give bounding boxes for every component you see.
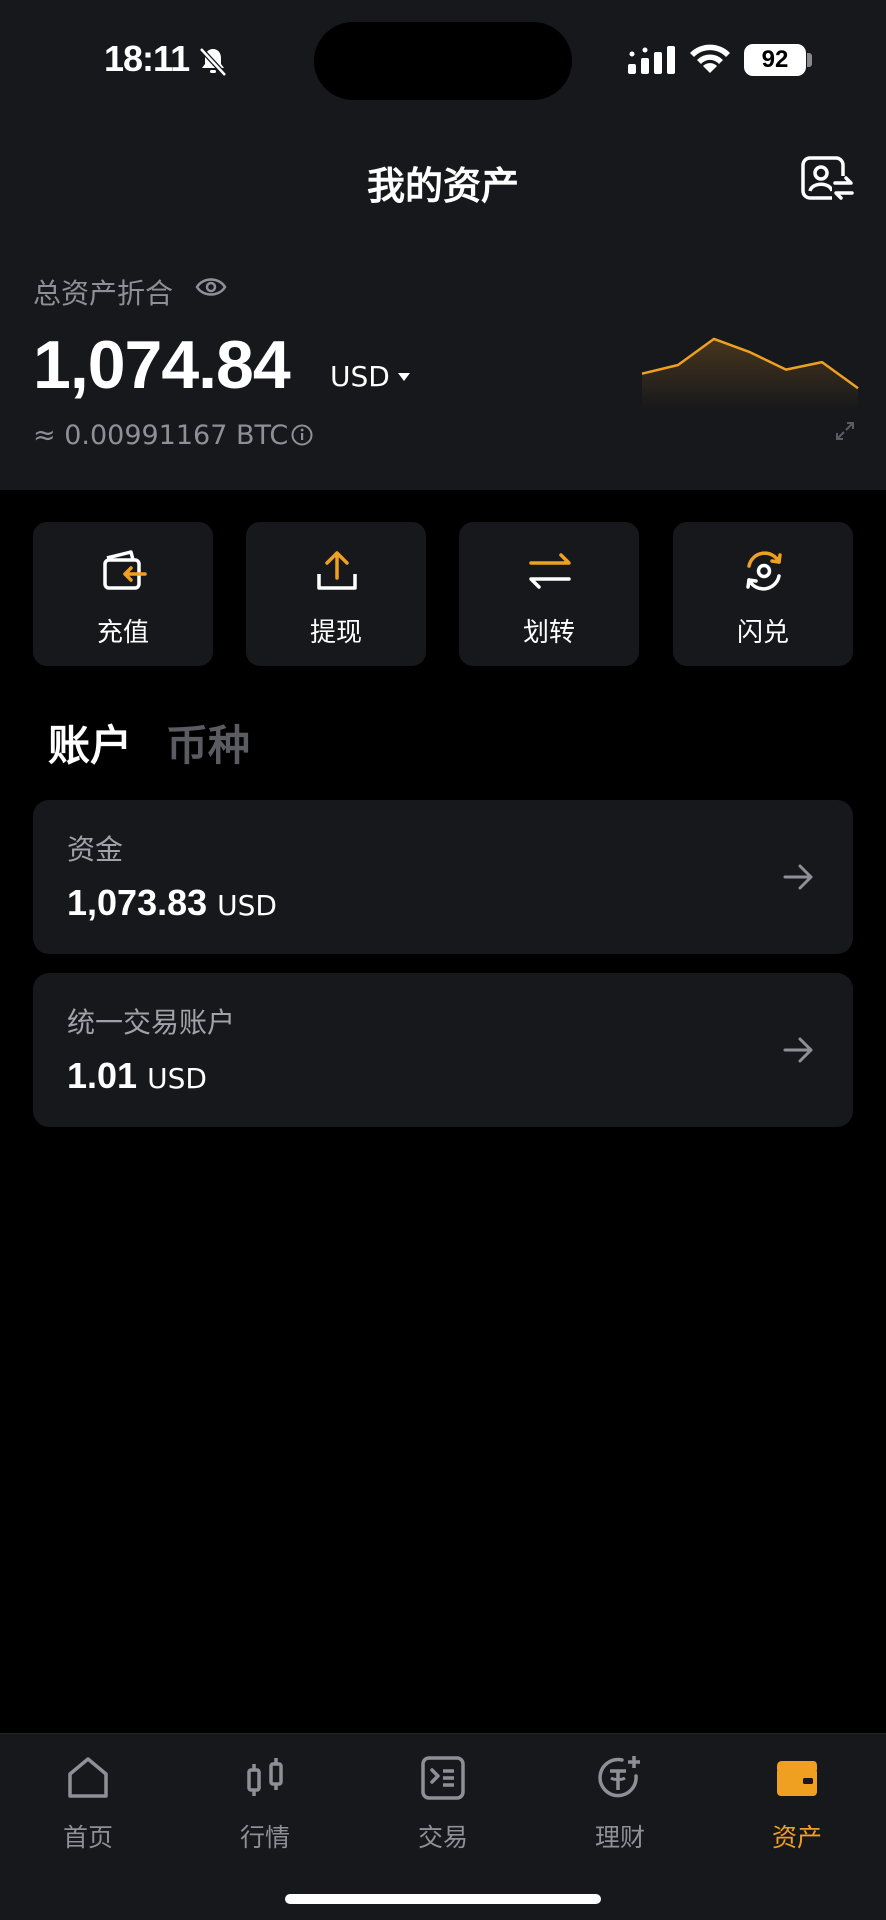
account-name: 统一交易账户	[67, 1006, 236, 1039]
wifi-icon	[690, 44, 730, 73]
expand-icon[interactable]	[834, 420, 856, 442]
page-title: 我的资产	[366, 164, 519, 208]
withdraw-button[interactable]: 提现	[246, 522, 426, 666]
eye-icon[interactable]	[195, 274, 227, 300]
transfer-button[interactable]: 划转	[459, 522, 639, 666]
arrow-right-icon	[783, 1037, 813, 1063]
convert-button[interactable]: 闪兑	[673, 522, 853, 666]
bottom-tab-bar: 首页 行情 交易 理财 资产	[0, 1733, 886, 1920]
earn-icon	[598, 1756, 640, 1798]
sparkline-area	[642, 338, 858, 410]
tab-earn-label: 理财	[594, 1823, 645, 1852]
battery-tip	[807, 53, 812, 67]
tab-home-label: 首页	[62, 1823, 113, 1852]
deposit-label: 充值	[96, 618, 149, 648]
arrow-right-icon	[783, 864, 813, 890]
asset-trend-sparkline[interactable]	[640, 320, 860, 410]
total-assets-label: 总资产折合	[33, 277, 174, 310]
account-unit: USD	[217, 889, 277, 922]
trade-icon	[421, 1756, 465, 1800]
tab-trade[interactable]: 交易	[378, 1754, 508, 1864]
tab-earn[interactable]: 理财	[555, 1754, 685, 1864]
account-card-unified-trading[interactable]: 统一交易账户 1.01 USD	[33, 973, 853, 1127]
transfer-label: 划转	[522, 618, 575, 648]
assets-header-section: 18:11 92 我的资产 总资产折合 1,074.84 USD ≈ 0.009…	[0, 0, 886, 490]
account-amount: 1,073.83	[67, 882, 208, 923]
convert-icon	[746, 551, 782, 591]
deposit-icon	[103, 550, 147, 590]
deposit-button[interactable]: 充值	[33, 522, 213, 666]
account-unit: USD	[147, 1062, 207, 1095]
dynamic-island	[314, 22, 572, 100]
currency-label: USD	[330, 360, 390, 393]
currency-select[interactable]: USD	[330, 360, 412, 393]
tab-coin[interactable]: 币种	[166, 712, 250, 773]
account-name: 资金	[67, 833, 124, 866]
withdraw-icon	[317, 551, 357, 590]
tab-assets[interactable]: 资产	[732, 1754, 862, 1864]
transfer-icon	[529, 553, 571, 589]
assets-page: 18:11 92 我的资产 总资产折合 1,074.84 USD ≈ 0.009…	[0, 0, 886, 1920]
tab-market-label: 行情	[239, 1823, 290, 1852]
tab-market[interactable]: 行情	[200, 1754, 330, 1864]
battery-indicator: 92	[744, 44, 806, 76]
account-balance: 1,073.83 USD	[67, 882, 277, 924]
tab-assets-label: 资产	[771, 1823, 822, 1852]
info-icon[interactable]	[290, 423, 314, 447]
signal-icon	[628, 46, 675, 74]
btc-equivalent: ≈ 0.00991167 BTC	[33, 420, 289, 451]
withdraw-label: 提现	[309, 618, 362, 648]
convert-label: 闪兑	[736, 618, 789, 648]
tab-trade-label: 交易	[417, 1823, 468, 1852]
account-amount: 1.01	[67, 1055, 138, 1096]
home-icon	[68, 1757, 108, 1798]
wallet-icon	[777, 1761, 817, 1796]
market-icon	[247, 1758, 283, 1796]
bell-muted-icon	[199, 47, 227, 77]
home-indicator	[285, 1894, 601, 1904]
account-card-funding[interactable]: 资金 1,073.83 USD	[33, 800, 853, 954]
account-balance: 1.01 USD	[67, 1055, 207, 1097]
tab-account[interactable]: 账户	[48, 712, 132, 773]
total-assets-value: 1,074.84	[33, 327, 291, 403]
profile-switch-icon[interactable]	[800, 154, 856, 204]
tab-home[interactable]: 首页	[23, 1754, 153, 1864]
status-bar: 18:11 92	[0, 0, 886, 120]
status-time: 18:11	[104, 38, 190, 79]
caret-down-icon	[397, 372, 410, 381]
